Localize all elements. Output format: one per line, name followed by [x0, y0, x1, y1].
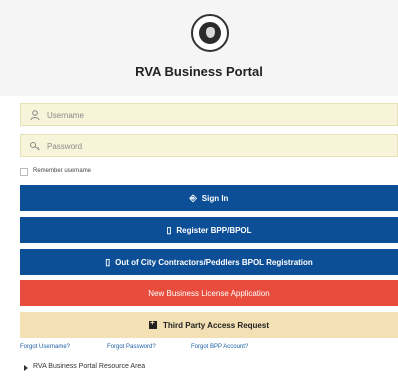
user-icon	[30, 110, 40, 121]
password-field[interactable]	[20, 134, 398, 157]
sign-in-icon: ⎆	[189, 192, 197, 203]
username-input[interactable]	[47, 106, 387, 124]
forgot-password-link[interactable]: Forgot Password?	[107, 344, 156, 350]
sign-in-label: Sign In	[201, 193, 229, 203]
resource-area-toggle[interactable]: RVA Business Portal Resource Area	[20, 362, 398, 376]
portal-header: RVA Business Portal	[0, 0, 398, 96]
remember-label: Remember username	[33, 168, 92, 174]
out-of-city-label: Out of City Contractors/Peddlers BPOL Re…	[115, 257, 313, 267]
remember-checkbox[interactable]	[20, 168, 28, 176]
forgot-username-link[interactable]: Forgot Username?	[20, 344, 70, 350]
new-license-label: New Business License Application	[148, 288, 270, 298]
key-icon	[30, 142, 40, 151]
register-label: Register BPP/BPOL	[176, 225, 252, 235]
password-input[interactable]	[47, 137, 387, 155]
page-title: RVA Business Portal	[135, 64, 263, 79]
forgot-bpp-link[interactable]: Forgot BPP Account?	[191, 344, 248, 350]
resource-area-label: RVA Business Portal Resource Area	[33, 363, 146, 370]
new-license-button[interactable]: New Business License Application	[20, 280, 398, 306]
document-icon: ▯	[166, 224, 172, 235]
chevron-right-icon	[24, 365, 28, 371]
sign-in-button[interactable]: ⎆ Sign In	[20, 185, 398, 211]
register-button[interactable]: ▯ Register BPP/BPOL	[20, 217, 398, 243]
out-of-city-registration-button[interactable]: ▯ Out of City Contractors/Peddlers BPOL …	[20, 249, 398, 275]
username-field[interactable]	[20, 103, 398, 126]
plus-square-icon	[149, 318, 158, 329]
document-icon: ▯	[105, 256, 111, 267]
third-party-access-button[interactable]: Third Party Access Request	[20, 312, 398, 338]
city-seal-icon	[191, 14, 229, 52]
third-party-label: Third Party Access Request	[163, 320, 269, 330]
